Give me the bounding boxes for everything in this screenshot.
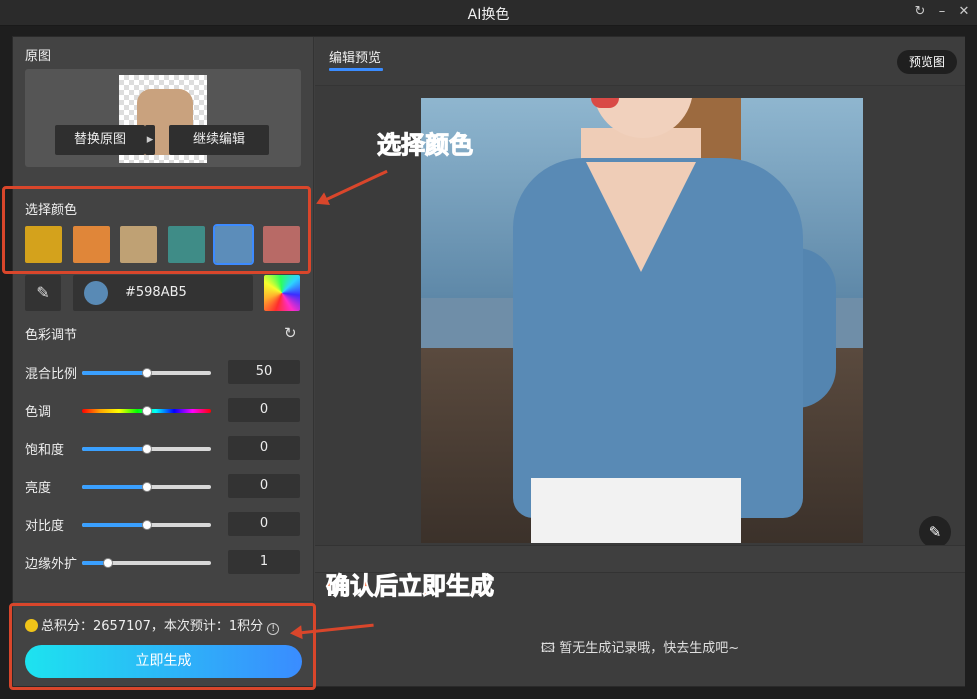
window-title: AI换色: [467, 7, 510, 23]
slider-fill: [82, 447, 147, 451]
slider-value-input[interactable]: 0: [228, 474, 300, 498]
footer-divider: [13, 601, 314, 602]
eyedropper-icon[interactable]: ✎: [25, 275, 61, 311]
slider-value-input[interactable]: 0: [228, 398, 300, 422]
color-adjust-label: 色彩调节: [25, 328, 78, 343]
slider-fill: [82, 485, 147, 489]
empty-history-message: 🖾 暂无生成记录哦，快去生成吧~: [315, 637, 965, 661]
slider-knob[interactable]: [141, 444, 152, 454]
slider-value-input[interactable]: 1: [228, 550, 300, 574]
slider-label: 混合比例: [25, 367, 78, 382]
window-minimize-icon[interactable]: –: [933, 3, 951, 21]
result-photo: [421, 98, 863, 543]
slider-label: 亮度: [25, 481, 52, 496]
continue-edit-button[interactable]: 继续编辑: [169, 125, 269, 155]
window-refresh-icon[interactable]: ↻: [911, 3, 929, 21]
slider-label: 色调: [25, 405, 52, 420]
slider-track[interactable]: [82, 368, 211, 378]
title-bar: AI换色 ↻ – ✕: [0, 0, 977, 26]
slider-label: 边缘外扩: [25, 557, 78, 572]
slider-knob[interactable]: [141, 482, 152, 492]
tab-active-indicator: [329, 68, 383, 71]
preview-image-button[interactable]: 预览图: [897, 50, 957, 74]
hex-color-field[interactable]: #598AB5: [73, 275, 253, 311]
slider-label: 对比度: [25, 519, 65, 534]
photo-white-pants: [531, 478, 741, 543]
left-panel: 原图 替换原图 ▸ 继续编辑 选择颜色 ✎ #598AB5 色彩调节 ↻ 混合比…: [13, 37, 314, 686]
original-image-box: 替换原图 ▸ 继续编辑: [25, 69, 301, 167]
window-close-icon[interactable]: ✕: [955, 3, 973, 21]
annotation-box-generate: [9, 603, 316, 690]
current-color-dot: [84, 281, 108, 305]
annotation-confirm-generate: 确认后立即生成: [326, 572, 495, 601]
slider-fill: [82, 523, 147, 527]
slider-track[interactable]: [82, 520, 211, 530]
slider-value-input[interactable]: 0: [228, 436, 300, 460]
slider-knob[interactable]: [102, 558, 113, 568]
empty-history-text: 暂无生成记录哦，快去生成吧~: [559, 641, 740, 656]
slider-fill: [82, 371, 147, 375]
color-picker-button[interactable]: [264, 275, 300, 311]
replace-original-button[interactable]: 替换原图: [55, 125, 145, 155]
refresh-icon[interactable]: ↻: [284, 324, 297, 342]
slider-track[interactable]: [82, 406, 211, 416]
original-label: 原图: [25, 49, 52, 64]
slider-track[interactable]: [82, 444, 211, 454]
slider-label: 饱和度: [25, 443, 65, 458]
photo-vneck: [586, 162, 696, 272]
slider-knob[interactable]: [141, 520, 152, 530]
edit-icon[interactable]: ✎: [919, 516, 951, 548]
image-icon: 🖾: [540, 641, 556, 656]
replace-dropdown-icon[interactable]: ▸: [145, 125, 155, 155]
annotation-box-colors: [2, 186, 311, 274]
slider-value-input[interactable]: 0: [228, 512, 300, 536]
slider-track[interactable]: [82, 558, 211, 568]
tab-edit-preview[interactable]: 编辑预览: [329, 47, 381, 66]
slider-value-input[interactable]: 50: [228, 360, 300, 384]
slider-knob[interactable]: [141, 406, 152, 416]
slider-knob[interactable]: [141, 368, 152, 378]
annotation-select-color: 选择颜色: [377, 131, 474, 160]
hex-color-value: #598AB5: [125, 285, 187, 300]
slider-track[interactable]: [82, 482, 211, 492]
